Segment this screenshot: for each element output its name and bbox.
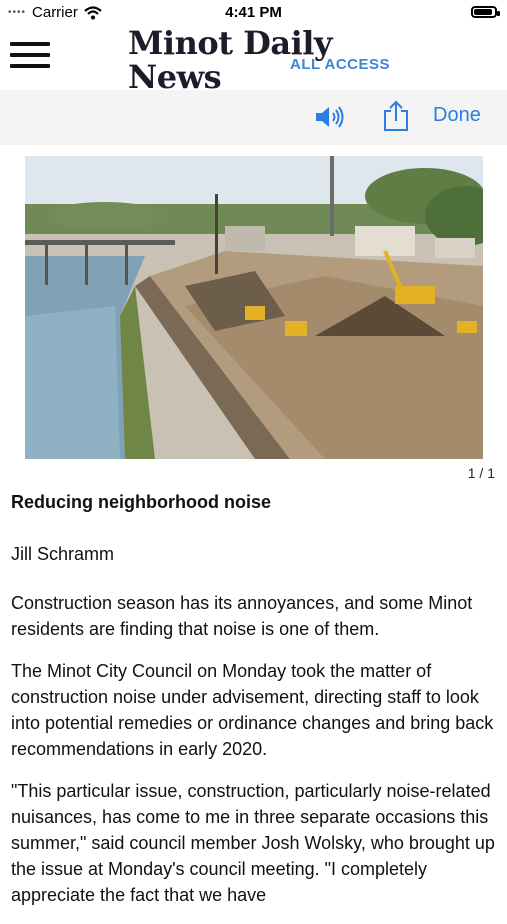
masthead-logo: Minot Daily News ALL ACCESS (128, 26, 390, 94)
article-headline: Reducing neighborhood noise (11, 492, 271, 512)
article-body: Reducing neighborhood noise Jill Schramm… (11, 490, 497, 924)
construction-site-image (25, 156, 483, 459)
article-toolbar: Done (0, 90, 507, 145)
done-button[interactable]: Done (433, 104, 481, 127)
article-paragraph: "This particular issue, construction, pa… (11, 781, 495, 905)
share-icon[interactable] (382, 100, 410, 132)
photo-counter: 1 / 1 (467, 465, 495, 481)
article-paragraph: The Minot City Council on Monday took th… (11, 661, 494, 759)
article-author: Jill Schramm (11, 544, 115, 564)
clock: 4:41 PM (225, 4, 282, 21)
app-header: Minot Daily News ALL ACCESS (0, 26, 507, 94)
article-photo[interactable] (25, 156, 483, 459)
logo-subtitle: ALL ACCESS (289, 56, 390, 73)
status-bar: •••• Carrier 4:41 PM (0, 0, 507, 26)
speaker-icon[interactable] (314, 104, 346, 130)
hamburger-menu-icon[interactable] (10, 40, 50, 70)
article-paragraph: Construction season has its annoyances, … (11, 593, 473, 639)
battery-icon (471, 6, 500, 18)
